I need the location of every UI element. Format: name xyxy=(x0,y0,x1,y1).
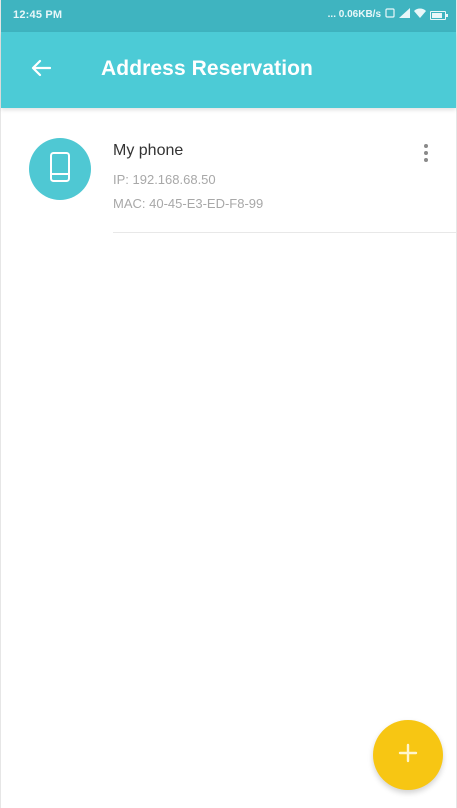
device-mac: MAC: 40-45-E3-ED-F8-99 xyxy=(113,196,264,211)
more-vertical-icon xyxy=(424,144,428,148)
status-indicators: ... 0.06KB/s xyxy=(327,8,448,22)
page-title: Address Reservation xyxy=(101,57,313,80)
device-name: My phone xyxy=(113,142,184,159)
device-avatar xyxy=(29,138,91,200)
arrow-left-icon xyxy=(31,59,52,82)
plus-icon xyxy=(397,742,419,769)
phone-icon xyxy=(49,151,71,188)
more-dot xyxy=(424,151,428,155)
screen: 12:45 PM ... 0.06KB/s Address Reservatio… xyxy=(0,0,457,808)
app-bar: Address Reservation xyxy=(1,32,456,108)
battery-icon xyxy=(430,10,448,20)
reservation-list: My phone IP: 192.168.68.50 MAC: 40-45-E3… xyxy=(1,108,456,234)
signal-icon xyxy=(399,8,410,22)
device-ip: IP: 192.168.68.50 xyxy=(113,172,216,187)
list-item[interactable]: My phone IP: 192.168.68.50 MAC: 40-45-E3… xyxy=(1,108,456,234)
back-button[interactable] xyxy=(25,54,57,86)
status-time: 12:45 PM xyxy=(13,9,63,21)
status-bar: 12:45 PM ... 0.06KB/s xyxy=(1,0,456,32)
add-reservation-button[interactable] xyxy=(373,720,443,790)
notification-icon xyxy=(385,8,395,22)
wifi-icon xyxy=(414,8,426,22)
network-speed: ... 0.06KB/s xyxy=(327,9,381,20)
divider xyxy=(113,232,456,233)
more-dot xyxy=(424,158,428,162)
more-options-button[interactable] xyxy=(414,138,438,168)
